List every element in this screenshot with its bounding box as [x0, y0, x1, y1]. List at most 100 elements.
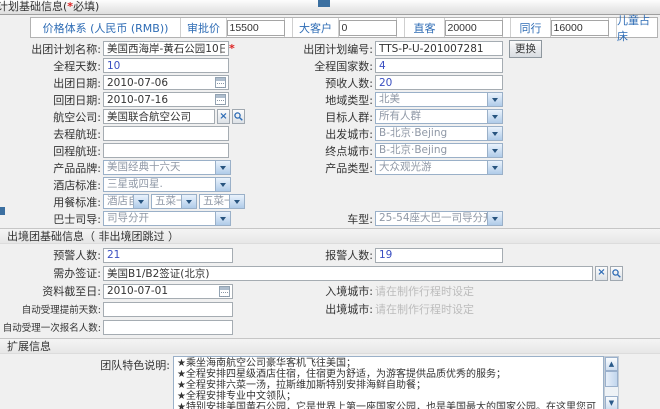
dropdown-arrow-icon[interactable]: [133, 195, 148, 208]
form-row: 全程天数: 全程国家数:: [0, 57, 660, 74]
form-row: 产品品牌: 美国经典十六天 产品类型: 大众观光游: [0, 159, 660, 176]
dropdown-arrow-icon[interactable]: [229, 195, 244, 208]
team-feature-textarea[interactable]: ★乘坐海南航空公司豪华客机飞往美国； ★全程安排四星级酒店住宿，住宿更为舒适，为…: [173, 356, 604, 409]
outbound-flight-input[interactable]: [103, 126, 229, 141]
dropdown-arrow-icon[interactable]: [487, 93, 502, 106]
expected-people-input[interactable]: [375, 75, 503, 90]
target-group-select[interactable]: 所有人群: [375, 109, 503, 124]
warn-people-input[interactable]: [103, 248, 233, 263]
country-count-input[interactable]: [375, 58, 503, 73]
scroll-fragment-top: [318, 0, 330, 7]
region-type-select[interactable]: 北美: [375, 92, 503, 107]
form-row: 用餐标准: 酒店自助 五菜一汤 五菜一汤: [0, 193, 660, 210]
plan-basic-rows: 出团计划名称: * 出团计划编号: 更换 全程天数: 全程国家数: 出团日期: …: [0, 40, 660, 227]
dropdown-arrow-icon[interactable]: [487, 144, 502, 157]
bus-guide-value: 司导分开: [104, 212, 215, 225]
dropdown-arrow-icon[interactable]: [487, 161, 502, 174]
plan-code-label: 出团计划编号:: [300, 41, 375, 57]
product-brand-value: 美国经典十六天: [104, 161, 215, 174]
material-deadline-input[interactable]: [103, 284, 233, 299]
total-days-input[interactable]: [103, 58, 229, 73]
target-group-label: 目标人群:: [300, 109, 375, 125]
form-row: 资料截至日: 入境城市: 请在制作行程时设定: [0, 282, 660, 300]
hotel-standard-value: 三星或四星.: [104, 178, 215, 191]
direct-customer-input[interactable]: [445, 20, 503, 36]
price-spacer: [285, 18, 293, 37]
auto-accept-people-input[interactable]: [103, 320, 233, 335]
peer-price-input[interactable]: [551, 20, 609, 36]
approved-price-label: 审批价: [181, 18, 227, 37]
section-header-outbound-info: 出境团基础信息（ 非出境团跳过 ）: [0, 228, 660, 244]
plan-form-page: 计划基础信息(*必填) 价格体系 (人民币 (RMB)) 审批价 大客户 直客 …: [0, 0, 660, 409]
dropdown-arrow-icon[interactable]: [487, 127, 502, 140]
dropdown-arrow-icon[interactable]: [215, 178, 230, 191]
price-system-table: 价格体系 (人民币 (RMB)) 审批价 大客户 直客 同行 儿童占床: [30, 17, 658, 38]
team-feature-label: 团队特色说明:: [0, 357, 170, 373]
return-flight-label: 回程航班:: [0, 143, 103, 159]
search-icon[interactable]: [232, 109, 245, 124]
alarm-people-input[interactable]: [375, 248, 503, 263]
depart-city-select[interactable]: B-北京·Bejing: [375, 126, 503, 141]
bus-type-select[interactable]: 25-54座大巴一司导分开: [375, 211, 503, 226]
plan-name-input[interactable]: [103, 41, 229, 56]
price-system-label: 价格体系 (人民币 (RMB)): [31, 18, 181, 37]
plan-code-input[interactable]: [375, 41, 503, 56]
section-header-extended-info: 扩展信息: [0, 338, 660, 354]
scroll-down-icon[interactable]: ▼: [605, 396, 618, 409]
dropdown-arrow-icon[interactable]: [181, 195, 196, 208]
bus-type-label: 车型:: [300, 211, 375, 227]
required-star: *: [229, 42, 235, 55]
scroll-up-icon[interactable]: ▲: [605, 357, 618, 371]
approved-price-input[interactable]: [227, 20, 285, 36]
meal-standard-select-1[interactable]: 酒店自助: [103, 194, 149, 209]
product-type-select[interactable]: 大众观光游: [375, 160, 503, 175]
meal-standard-select-3[interactable]: 五菜一汤: [199, 194, 245, 209]
auto-accept-days-input[interactable]: [103, 302, 233, 317]
calendar-icon[interactable]: [215, 94, 226, 105]
dropdown-arrow-icon[interactable]: [487, 110, 502, 123]
dropdown-arrow-icon[interactable]: [487, 212, 502, 225]
meal-standard-select-2[interactable]: 五菜一汤: [151, 194, 197, 209]
depart-date-input[interactable]: [103, 75, 229, 90]
bus-guide-select[interactable]: 司导分开: [103, 211, 231, 226]
product-type-label: 产品类型:: [300, 160, 375, 176]
key-account-input[interactable]: [339, 20, 397, 36]
visa-input[interactable]: [103, 266, 593, 281]
clear-icon[interactable]: ×: [217, 109, 230, 124]
outbound-flight-label: 去程航班:: [0, 126, 103, 142]
hotel-standard-select[interactable]: 三星或四星.: [103, 177, 231, 192]
calendar-icon[interactable]: [215, 77, 226, 88]
material-deadline-label: 资料截至日:: [0, 283, 103, 299]
airline-input[interactable]: [103, 109, 215, 124]
form-row: 出团计划名称: * 出团计划编号: 更换: [0, 40, 660, 57]
depart-city-label: 出发城市:: [300, 126, 375, 142]
end-city-label: 终点城市:: [300, 143, 375, 159]
auto-accept-days-label: 自动受理提前天数:: [0, 302, 103, 316]
region-type-value: 北美: [376, 93, 487, 106]
search-icon[interactable]: [610, 266, 623, 281]
scrollbar-thumb[interactable]: [605, 371, 618, 387]
form-row: 自动受理提前天数: 出境城市: 请在制作行程时设定: [0, 300, 660, 318]
target-group-value: 所有人群: [376, 110, 487, 123]
price-spacer: [503, 18, 511, 37]
depart-date-label: 出团日期:: [0, 75, 103, 91]
form-row: 自动受理一次报名人数:: [0, 318, 660, 336]
country-count-label: 全程国家数:: [300, 58, 375, 74]
price-spacer: [397, 18, 405, 37]
form-row: 出团日期: 预收人数:: [0, 74, 660, 91]
product-brand-select[interactable]: 美国经典十六天: [103, 160, 231, 175]
dropdown-arrow-icon[interactable]: [215, 212, 230, 225]
calendar-icon[interactable]: [219, 286, 230, 297]
textarea-scrollbar[interactable]: ▲ ▼: [604, 356, 619, 409]
warn-people-label: 预警人数:: [0, 247, 103, 263]
end-city-select[interactable]: B-北京·Bejing: [375, 143, 503, 158]
change-code-button[interactable]: 更换: [509, 40, 542, 58]
return-flight-input[interactable]: [103, 143, 229, 158]
meal-standard-label: 用餐标准:: [0, 194, 103, 210]
meal-2-value: 五菜一汤: [152, 195, 181, 208]
peer-price-label: 同行: [511, 18, 551, 37]
clear-icon[interactable]: ×: [595, 266, 608, 281]
expected-people-label: 预收人数:: [300, 75, 375, 91]
dropdown-arrow-icon[interactable]: [215, 161, 230, 174]
return-date-input[interactable]: [103, 92, 229, 107]
